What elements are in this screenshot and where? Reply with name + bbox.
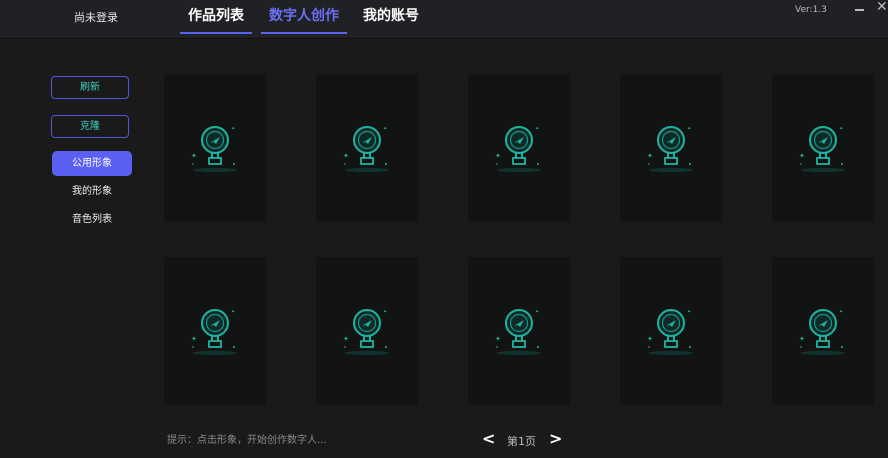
svg-text:✦: ✦ bbox=[495, 152, 501, 160]
minimize-icon[interactable] bbox=[853, 3, 865, 15]
svg-text:✦: ✦ bbox=[687, 309, 691, 315]
sidebar-item-public-avatars[interactable]: 公用形象 bbox=[52, 151, 132, 176]
version-label: Ver:1.3 bbox=[795, 5, 827, 15]
page-indicator: 第1页 bbox=[507, 435, 536, 448]
svg-text:✦: ✦ bbox=[343, 335, 349, 343]
clone-button[interactable]: 克隆 bbox=[51, 115, 129, 138]
svg-text:✦: ✦ bbox=[343, 152, 349, 160]
svg-text:✦: ✦ bbox=[535, 309, 539, 315]
avatar-card[interactable]: ✦ ✦ bbox=[772, 74, 874, 222]
avatar-card[interactable]: ✦ ✦ bbox=[772, 257, 874, 405]
svg-text:✦: ✦ bbox=[839, 126, 843, 132]
tab-digital-human-creation[interactable]: 数字人创作 bbox=[261, 6, 347, 34]
top-bar: 尚未登录 作品列表 数字人创作 我的账号 Ver:1.3 ✕ bbox=[0, 0, 888, 39]
svg-text:✦: ✦ bbox=[383, 309, 387, 315]
tab-works-list[interactable]: 作品列表 bbox=[180, 6, 252, 34]
svg-text:✦: ✦ bbox=[647, 152, 653, 160]
svg-text:✦: ✦ bbox=[799, 335, 805, 343]
login-status[interactable]: 尚未登录 bbox=[74, 9, 118, 25]
avatar-card[interactable]: ✦ ✦ bbox=[468, 257, 570, 405]
prev-page-button[interactable]: < bbox=[482, 429, 495, 448]
svg-text:✦: ✦ bbox=[231, 126, 235, 132]
svg-text:✦: ✦ bbox=[839, 309, 843, 315]
next-page-button[interactable]: > bbox=[549, 429, 562, 448]
svg-text:✦: ✦ bbox=[535, 126, 539, 132]
refresh-button[interactable]: 刷新 bbox=[51, 76, 129, 99]
avatar-card[interactable]: ✦ ✦ bbox=[468, 74, 570, 222]
avatar-card[interactable]: ✦ ✦ bbox=[164, 74, 266, 222]
avatar-card[interactable]: ✦ ✦ bbox=[316, 74, 418, 222]
svg-text:✦: ✦ bbox=[495, 335, 501, 343]
svg-text:✦: ✦ bbox=[383, 126, 387, 132]
close-icon[interactable]: ✕ bbox=[876, 0, 888, 15]
svg-text:✦: ✦ bbox=[191, 335, 197, 343]
avatar-card[interactable]: ✦ ✦ bbox=[164, 257, 266, 405]
sidebar-item-my-avatars[interactable]: 我的形象 bbox=[52, 179, 132, 204]
svg-text:✦: ✦ bbox=[799, 152, 805, 160]
hint-text: 提示：点击形象，开始创作数字人... bbox=[167, 435, 327, 446]
svg-text:✦: ✦ bbox=[647, 335, 653, 343]
svg-text:✦: ✦ bbox=[191, 152, 197, 160]
avatar-card[interactable]: ✦ ✦ bbox=[620, 74, 722, 222]
sidebar-item-voice-list[interactable]: 音色列表 bbox=[52, 207, 132, 232]
svg-text:✦: ✦ bbox=[231, 309, 235, 315]
svg-text:✦: ✦ bbox=[687, 126, 691, 132]
avatar-card[interactable]: ✦ ✦ bbox=[316, 257, 418, 405]
tab-my-account[interactable]: 我的账号 bbox=[355, 6, 427, 34]
avatar-card[interactable]: ✦ ✦ bbox=[620, 257, 722, 405]
